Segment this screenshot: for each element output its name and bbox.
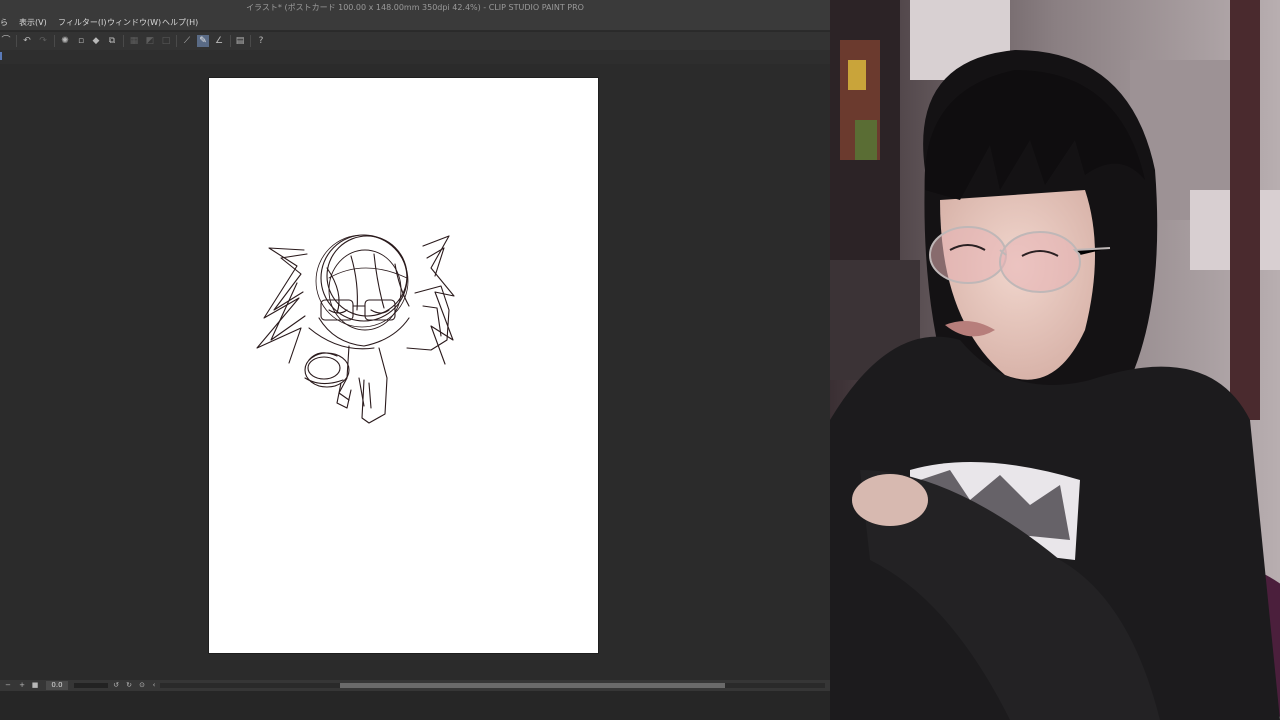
toolbar-divider: [123, 35, 124, 47]
clear-selection-icon[interactable]: ✺: [59, 35, 71, 47]
menu-window[interactable]: ウィンドウ(W): [105, 16, 163, 30]
reset-rotate-icon[interactable]: ⊙: [138, 680, 146, 691]
command-bar: ⌒ ↶ ↷ ✺ ▫ ◆ ⧉ ▦ ◩ □ ⟋ ✎ ∠ ▤ ?: [0, 31, 830, 51]
lasso-icon[interactable]: ⌒: [0, 35, 12, 47]
hide-selection-icon[interactable]: ▦: [128, 35, 140, 47]
select-layer-icon[interactable]: □: [160, 35, 172, 47]
title-bar: イラスト* (ポストカード 100.00 x 148.00mm 350dpi 4…: [0, 0, 830, 16]
pen-snap-icon[interactable]: ✎: [197, 35, 209, 47]
menu-view[interactable]: 表示(V): [17, 16, 49, 30]
redo-icon[interactable]: ↷: [37, 35, 49, 47]
ruler-snap-icon[interactable]: ⟋: [181, 35, 193, 47]
zoom-slider[interactable]: [74, 683, 108, 688]
bottom-strip: [0, 691, 830, 720]
crop-icon[interactable]: ◩: [144, 35, 156, 47]
toolbar-divider: [16, 35, 17, 47]
flip-icon[interactable]: ‹: [150, 680, 158, 691]
menu-filter[interactable]: フィルター(I): [56, 16, 108, 30]
tool-property-strip: [0, 50, 830, 64]
transform-small-icon[interactable]: ▫: [75, 35, 87, 47]
toolbar-divider: [250, 35, 251, 47]
horizontal-scrollbar[interactable]: [160, 683, 825, 688]
toolbar-divider: [230, 35, 231, 47]
fit-icon[interactable]: ■: [31, 680, 39, 691]
zoom-in-icon[interactable]: +: [18, 680, 26, 691]
zoom-out-icon[interactable]: −: [4, 680, 12, 691]
menu-partial-item[interactable]: ら: [0, 16, 10, 30]
toolbar-divider: [54, 35, 55, 47]
window-title: イラスト* (ポストカード 100.00 x 148.00mm 350dpi 4…: [246, 3, 584, 12]
drawing-canvas[interactable]: [209, 78, 598, 653]
streamer-image: [830, 0, 1280, 720]
scrollbar-thumb[interactable]: [340, 683, 725, 688]
rotate-left-icon[interactable]: ↺: [112, 680, 120, 691]
fill-icon[interactable]: ◆: [90, 35, 102, 47]
angle-ruler-icon[interactable]: ∠: [213, 35, 225, 47]
menu-help[interactable]: ヘルプ(H): [160, 16, 200, 30]
undo-icon[interactable]: ↶: [21, 35, 33, 47]
toolbar-divider: [176, 35, 177, 47]
menu-bar: ら 表示(V) フィルター(I) ウィンドウ(W) ヘルプ(H): [0, 16, 830, 30]
clip-studio-window: イラスト* (ポストカード 100.00 x 148.00mm 350dpi 4…: [0, 0, 830, 720]
transform-icon[interactable]: ⧉: [106, 35, 118, 47]
webcam-feed: [830, 0, 1280, 720]
zoom-value[interactable]: 0.0: [46, 681, 68, 690]
status-bar: − + ■ 0.0 ↺ ↻ ⊙ ‹: [0, 680, 830, 691]
panel-marker: [0, 52, 2, 60]
material-icon[interactable]: ▤: [234, 35, 246, 47]
rotate-right-icon[interactable]: ↻: [125, 680, 133, 691]
help-icon[interactable]: ?: [255, 35, 267, 47]
chibi-sketch: [256, 234, 455, 424]
